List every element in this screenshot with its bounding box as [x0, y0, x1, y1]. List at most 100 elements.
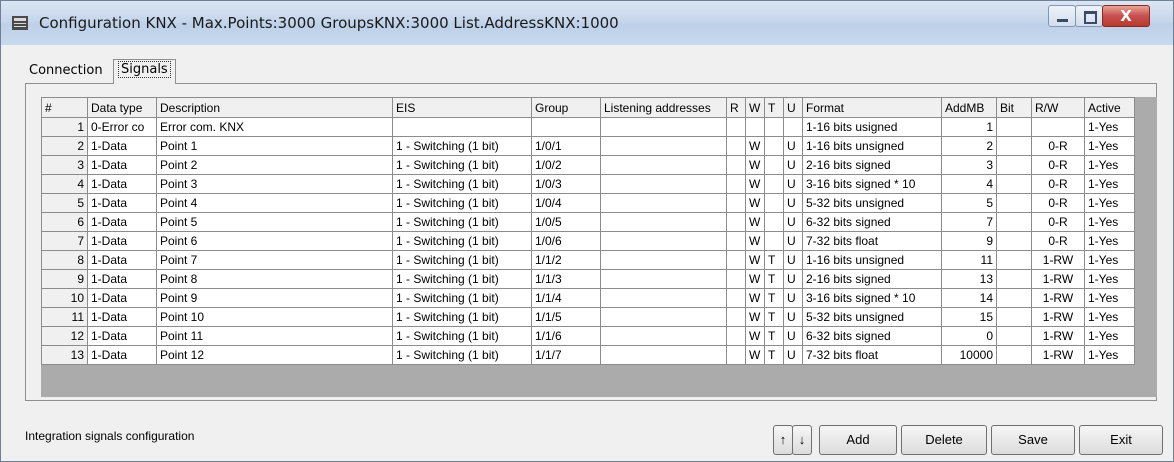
table-cell[interactable]: 1-RW: [1031, 250, 1085, 270]
table-cell[interactable]: Error com. KNX: [156, 117, 393, 137]
table-cell[interactable]: 1-16 bits unsigned: [802, 136, 942, 156]
column-header[interactable]: #: [41, 97, 88, 118]
table-cell[interactable]: W: [745, 250, 765, 270]
table-cell[interactable]: W: [745, 326, 765, 346]
table-cell[interactable]: 7: [941, 212, 997, 232]
column-header[interactable]: EIS: [392, 97, 532, 118]
table-cell[interactable]: 1/0/4: [531, 193, 601, 213]
table-cell[interactable]: [764, 155, 784, 175]
table-row[interactable]: 8 1-Data Point 71 - Switching (1 bit) 1/1/2…: [41, 250, 1135, 270]
table-cell[interactable]: 1-RW: [1031, 269, 1085, 289]
table-cell[interactable]: [726, 174, 746, 194]
table-cell[interactable]: T: [764, 269, 784, 289]
minimize-button[interactable]: [1048, 5, 1076, 27]
table-cell[interactable]: 1-Data: [87, 136, 157, 156]
table-cell[interactable]: 1/0/1: [531, 136, 601, 156]
table-cell[interactable]: 8: [41, 250, 88, 270]
table-cell[interactable]: 6: [41, 212, 88, 232]
table-cell[interactable]: 1 - Switching (1 bit): [392, 193, 532, 213]
table-cell[interactable]: 1-16 bits usigned: [802, 117, 942, 137]
column-header[interactable]: U: [783, 97, 803, 118]
table-cell[interactable]: 1/1/7: [531, 345, 601, 365]
table-cell[interactable]: 1 - Switching (1 bit): [392, 269, 532, 289]
table-cell[interactable]: 3-16 bits signed * 10: [802, 174, 942, 194]
table-cell[interactable]: 1/1/3: [531, 269, 601, 289]
table-cell[interactable]: U: [783, 250, 803, 270]
table-cell[interactable]: [726, 212, 746, 232]
maximize-button[interactable]: [1075, 5, 1103, 27]
table-cell[interactable]: 1-Data: [87, 231, 157, 251]
table-cell[interactable]: 11: [941, 250, 997, 270]
close-button[interactable]: X: [1102, 5, 1150, 27]
table-row[interactable]: 11 1-Data Point 10 1 - Switching (1 bit) 1/1…: [41, 307, 1135, 327]
table-cell[interactable]: W: [745, 212, 765, 232]
column-header[interactable]: R/W: [1031, 97, 1085, 118]
table-cell[interactable]: [726, 250, 746, 270]
table-cell[interactable]: 5: [941, 193, 997, 213]
column-header[interactable]: Listening addresses: [600, 97, 727, 118]
table-cell[interactable]: 1-Yes: [1084, 288, 1135, 308]
table-cell[interactable]: 1-Data: [87, 212, 157, 232]
table-cell[interactable]: Point 4: [156, 193, 393, 213]
column-header[interactable]: Description: [156, 97, 393, 118]
table-cell[interactable]: 1-Yes: [1084, 117, 1135, 137]
table-cell[interactable]: 1-Data: [87, 307, 157, 327]
table-cell[interactable]: 1 - Switching (1 bit): [392, 174, 532, 194]
table-cell[interactable]: W: [745, 345, 765, 365]
table-cell[interactable]: 0-R: [1031, 193, 1085, 213]
table-cell[interactable]: 1-Yes: [1084, 231, 1135, 251]
table-cell[interactable]: Point 2: [156, 155, 393, 175]
table-cell[interactable]: [600, 155, 727, 175]
table-cell[interactable]: 10000: [941, 345, 997, 365]
table-cell[interactable]: 1/0/3: [531, 174, 601, 194]
column-header[interactable]: W: [745, 97, 765, 118]
table-row[interactable]: 10 1-Data Point 91 - Switching (1 bit) 1/1/…: [41, 288, 1135, 308]
table-cell[interactable]: [600, 250, 727, 270]
column-header[interactable]: Bit: [996, 97, 1032, 118]
table-cell[interactable]: [600, 326, 727, 346]
table-cell[interactable]: 2: [41, 136, 88, 156]
table-cell[interactable]: 1/1/2: [531, 250, 601, 270]
table-cell[interactable]: [996, 345, 1032, 365]
table-cell[interactable]: [996, 193, 1032, 213]
table-cell[interactable]: 5-32 bits unsigned: [802, 307, 942, 327]
table-cell[interactable]: 0-R: [1031, 212, 1085, 232]
table-cell[interactable]: [996, 250, 1032, 270]
table-cell[interactable]: U: [783, 326, 803, 346]
table-cell[interactable]: 1 - Switching (1 bit): [392, 307, 532, 327]
table-cell[interactable]: 1-Yes: [1084, 269, 1135, 289]
table-cell[interactable]: 3: [941, 155, 997, 175]
table-cell[interactable]: 2-16 bits signed: [802, 269, 942, 289]
table-cell[interactable]: 0: [941, 326, 997, 346]
table-cell[interactable]: U: [783, 174, 803, 194]
table-cell[interactable]: [764, 231, 784, 251]
table-cell[interactable]: [764, 136, 784, 156]
table-cell[interactable]: [996, 174, 1032, 194]
table-cell[interactable]: 1-Yes: [1084, 326, 1135, 346]
table-cell[interactable]: [600, 269, 727, 289]
table-cell[interactable]: 10: [41, 288, 88, 308]
table-cell[interactable]: [996, 307, 1032, 327]
table-row[interactable]: 13 1-Data Point 12 1 - Switching (1 bit) 1/1…: [41, 345, 1135, 365]
table-cell[interactable]: 1-Yes: [1084, 307, 1135, 327]
table-cell[interactable]: [600, 231, 727, 251]
table-cell[interactable]: Point 8: [156, 269, 393, 289]
table-row[interactable]: 7 1-Data Point 61 - Switching (1 bit) 1/0/6…: [41, 231, 1135, 251]
table-cell[interactable]: 1 - Switching (1 bit): [392, 155, 532, 175]
table-cell[interactable]: U: [783, 307, 803, 327]
table-cell[interactable]: 2-16 bits signed: [802, 155, 942, 175]
table-cell[interactable]: [600, 193, 727, 213]
table-row[interactable]: 1 0-Error co Error com. KNX 1-16 bits usign…: [41, 117, 1135, 137]
table-cell[interactable]: [726, 345, 746, 365]
table-cell[interactable]: 9: [41, 269, 88, 289]
table-cell[interactable]: U: [783, 155, 803, 175]
delete-button[interactable]: Delete: [901, 425, 987, 455]
table-cell[interactable]: 7: [41, 231, 88, 251]
table-cell[interactable]: U: [783, 288, 803, 308]
table-cell[interactable]: W: [745, 231, 765, 251]
move-up-button[interactable]: ↑: [773, 425, 793, 455]
table-cell[interactable]: [726, 136, 746, 156]
table-cell[interactable]: Point 9: [156, 288, 393, 308]
table-cell[interactable]: U: [783, 193, 803, 213]
table-cell[interactable]: 4: [941, 174, 997, 194]
